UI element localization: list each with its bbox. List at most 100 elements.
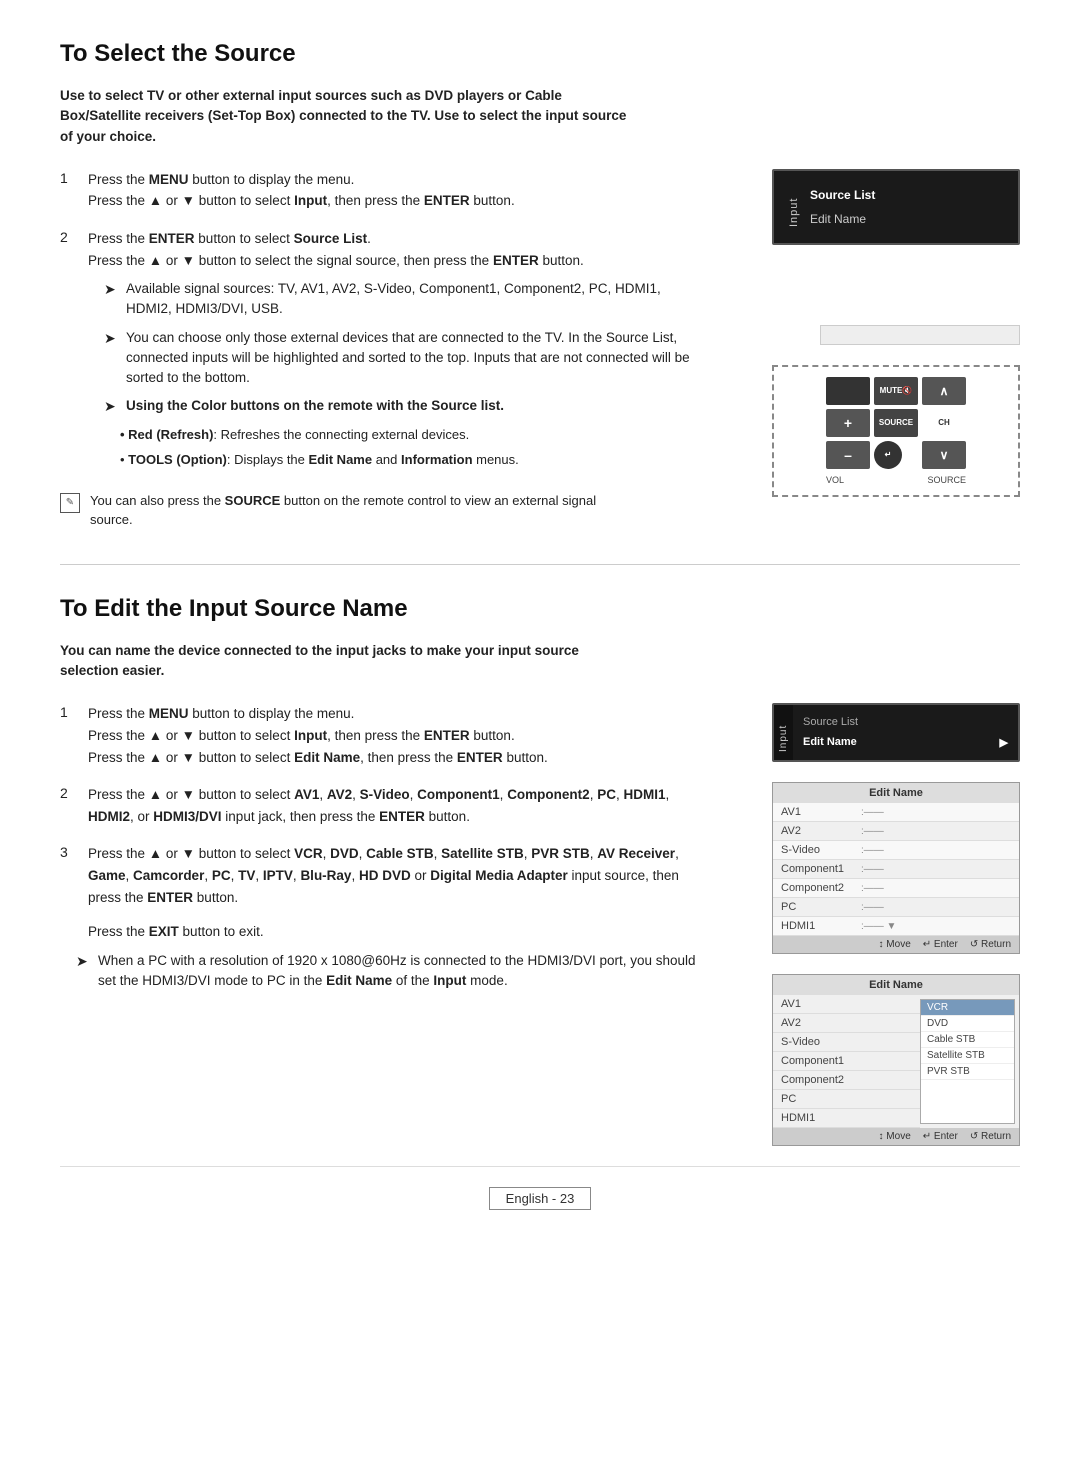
menu-header-2: Input Source List Edit Name ▶ <box>774 705 1018 760</box>
en2-label-hdmi1: HDMI1 <box>781 1112 861 1124</box>
arrow-sym-3: ➤ <box>104 396 118 417</box>
remote-ch-label: CH <box>922 409 966 437</box>
vol-label: VOL <box>826 475 844 485</box>
section1-title: To Select the Source <box>60 40 1020 68</box>
step2-bold1: ENTER <box>149 231 195 246</box>
section1-left: 1 Press the MENU button to display the m… <box>60 169 710 534</box>
s3-bold4: Satellite STB <box>441 846 524 861</box>
en-value-svideo: :—— <box>861 845 884 856</box>
en-row-svideo: S-Video :—— <box>773 841 1019 860</box>
en2-row-comp1: Component1 <box>773 1052 920 1071</box>
s3-bold14: HD DVD <box>359 868 411 883</box>
arrow-text-1: Available signal sources: TV, AV1, AV2, … <box>126 279 710 320</box>
en-label-comp1: Component1 <box>781 863 861 875</box>
remote-enter[interactable]: ↵ <box>874 441 902 469</box>
remote-plus[interactable]: + <box>826 409 870 437</box>
en-label-svideo: S-Video <box>781 844 861 856</box>
exit-bold: EXIT <box>149 924 179 939</box>
s3-bold6: STB <box>563 846 590 861</box>
arrow-item-3: ➤ Using the Color buttons on the remote … <box>88 396 710 417</box>
arrow-sym-pc: ➤ <box>76 951 90 992</box>
s2-s1-bold4: Edit Name <box>294 750 360 765</box>
s2-step2-content: Press the ▲ or ▼ button to select AV1, A… <box>88 784 710 827</box>
s3-bold9: Camcorder <box>133 868 204 883</box>
en2-label-pc: PC <box>781 1093 861 1105</box>
menu-source-list: Source List <box>803 713 1008 731</box>
en-row-av2: AV2 :—— <box>773 822 1019 841</box>
en-right-options: VCR DVD Cable STB Satellite STB PVR STB <box>920 999 1015 1124</box>
arrow-pc-note: ➤ When a PC with a resolution of 1920 x … <box>60 951 710 992</box>
en-value-pc: :—— <box>861 902 884 913</box>
opt-cable-stb[interactable]: Cable STB <box>921 1032 1014 1048</box>
en-footer-enter-1: ↵ Enter <box>923 939 958 950</box>
s2-s2-bold8: HDMI2 <box>88 809 130 824</box>
en-row-hdmi1: HDMI1 :—— ▼ <box>773 917 1019 936</box>
en2-row-hdmi1: HDMI1 <box>773 1109 920 1128</box>
sub-bullet-2: • TOOLS (Option): Displays the Edit Name… <box>88 450 710 471</box>
step1-bold1: MENU <box>149 172 189 187</box>
en-label-hdmi1: HDMI1 <box>781 920 861 932</box>
section1-step1: 1 Press the MENU button to display the m… <box>60 169 710 212</box>
s3-bold5: PVR <box>531 846 559 861</box>
en2-row-svideo: S-Video <box>773 1033 920 1052</box>
s2-s1-bold5: ENTER <box>457 750 503 765</box>
section1-step2: 2 Press the ENTER button to select Sourc… <box>60 228 710 475</box>
s2-s1-bold2: Input <box>294 728 327 743</box>
section2-left: 1 Press the MENU button to display the m… <box>60 703 710 999</box>
menu-sidebar-1: Input Source List Edit Name <box>788 183 1004 231</box>
tv-menu-box-1: Input Source List Edit Name <box>772 169 1020 245</box>
section2-right: Input Source List Edit Name ▶ Edit Name <box>740 703 1020 1146</box>
arrow-item-1: ➤ Available signal sources: TV, AV1, AV2… <box>88 279 710 320</box>
s2-s2-bold5: Component2 <box>507 787 590 802</box>
s2-s2-bold3: S-Video <box>360 787 410 802</box>
s2-s2-bold2: AV2 <box>327 787 352 802</box>
remote-down[interactable]: ∨ <box>922 441 966 469</box>
menu-edit-name-highlighted: Edit Name ▶ <box>803 733 1008 752</box>
arrow-sym-1: ➤ <box>104 279 118 320</box>
step2-num: 2 <box>60 228 76 475</box>
en2-row-av1: AV1 <box>773 995 920 1014</box>
page-footer: English - 23 <box>60 1166 1020 1220</box>
menu-box-2: Input Source List Edit Name ▶ <box>772 703 1020 762</box>
s2-s2-bold10: ENTER <box>379 809 425 824</box>
opt-satellite-stb[interactable]: Satellite STB <box>921 1048 1014 1064</box>
s3-bold15: Digital Media Adapter <box>430 868 568 883</box>
s2-s2-bold1: AV1 <box>294 787 319 802</box>
opt-pvr-stb[interactable]: PVR STB <box>921 1064 1014 1080</box>
s3-bold7: AV Receiver <box>597 846 675 861</box>
en-footer-2: ↕ Move ↵ Enter ↺ Return <box>773 1128 1019 1145</box>
step2-content: Press the ENTER button to select Source … <box>88 228 710 475</box>
opt-vcr[interactable]: VCR <box>921 1000 1014 1016</box>
section1-intro: Use to select TV or other external input… <box>60 86 640 147</box>
edit-name-label: Edit Name <box>803 736 857 749</box>
opt-dvd[interactable]: DVD <box>921 1016 1014 1032</box>
exit-note: Press the EXIT button to exit. <box>60 924 710 939</box>
step1-num: 1 <box>60 169 76 212</box>
remote-minus[interactable]: – <box>826 441 870 469</box>
en-label-pc: PC <box>781 901 861 913</box>
remote-source[interactable]: SOURCE <box>874 409 918 437</box>
s3-bold12: IPTV <box>263 868 293 883</box>
note-text: You can also press the SOURCE button on … <box>90 491 640 530</box>
remote-box: MUTE 🔇 ∧ + SOURCE CH – ↵ ∨ V <box>772 365 1020 497</box>
step2-bold3: ENTER <box>493 253 539 268</box>
section2-intro: You can name the device connected to the… <box>60 641 640 682</box>
remote-up[interactable]: ∧ <box>922 377 966 405</box>
en-header-1: Edit Name <box>773 783 1019 803</box>
en-value-comp2: :—— <box>861 883 884 894</box>
section1-right: Input Source List Edit Name <box>740 169 1020 497</box>
en2-row-comp2: Component2 <box>773 1071 920 1090</box>
menu-vertical-label-2: Input <box>774 705 793 760</box>
remote-mute[interactable]: MUTE 🔇 <box>874 377 918 405</box>
section1: To Select the Source Use to select TV or… <box>60 40 1020 534</box>
mute-label: MUTE <box>880 386 903 395</box>
s3-bold2: DVD <box>330 846 359 861</box>
menu-item-edit-name: Edit Name <box>810 207 1004 231</box>
en2-label-svideo: S-Video <box>781 1036 861 1048</box>
source-label-text: SOURCE <box>927 475 966 485</box>
edit-name-bold: Edit Name <box>326 973 392 988</box>
section2: To Edit the Input Source Name You can na… <box>60 595 1020 1147</box>
en2-label-comp2: Component2 <box>781 1074 861 1086</box>
en2-label-comp1: Component1 <box>781 1055 861 1067</box>
en-row-comp1: Component1 :—— <box>773 860 1019 879</box>
